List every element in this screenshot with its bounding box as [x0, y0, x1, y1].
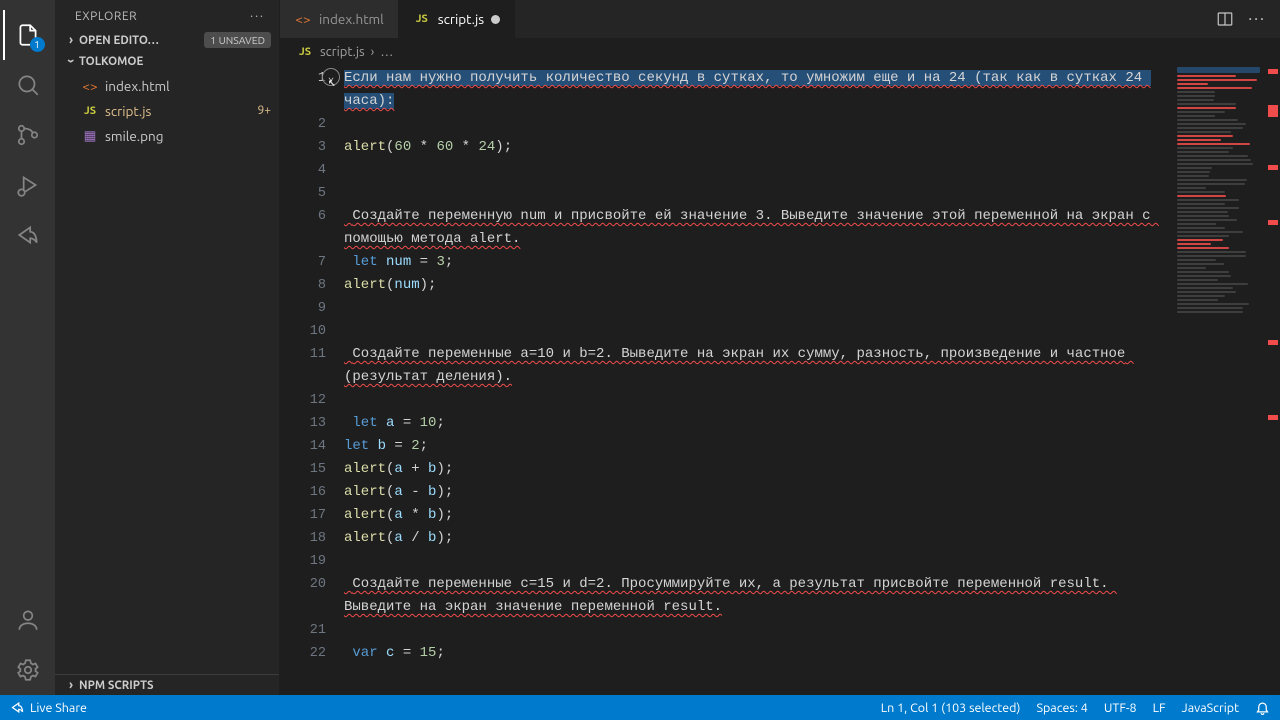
unsaved-badge: 1 UNSAVED [204, 32, 271, 48]
live-share-status[interactable]: Live Share [10, 700, 87, 715]
tab-index-html[interactable]: <>index.html [280, 0, 399, 38]
explorer-badge: 1 [30, 37, 45, 52]
cursor-icon: ↖ [328, 75, 336, 90]
workspace-header[interactable]: › TOLKOMOE [55, 51, 279, 71]
tab-script-js[interactable]: JSscript.js [399, 0, 515, 38]
npm-scripts-header[interactable]: › NPM SCRIPTS [55, 674, 279, 695]
editor-body[interactable]: ⌄ ↖ 12345678910111213141516171819202122 … [280, 65, 1280, 695]
sidebar-title: EXPLORER [75, 10, 137, 23]
js-icon: JS [296, 46, 314, 58]
sidebar-more-icon[interactable]: ··· [250, 10, 265, 23]
dirty-dot-icon [491, 15, 500, 24]
activity-search[interactable] [3, 60, 53, 110]
img-icon: ▦ [81, 127, 99, 144]
status-encoding[interactable]: UTF-8 [1104, 701, 1137, 715]
tab-bar: <>index.htmlJSscript.js ··· [280, 0, 1280, 38]
overview-ruler[interactable] [1266, 65, 1280, 695]
minimap[interactable] [1171, 65, 1266, 695]
file-item-script-js[interactable]: JSscript.js9+ [55, 98, 279, 123]
activity-liveshare[interactable] [3, 210, 53, 260]
tab-more-icon[interactable]: ··· [1248, 10, 1266, 28]
status-spaces[interactable]: Spaces: 4 [1036, 701, 1087, 715]
chevron-down-icon: › [64, 53, 78, 69]
activity-scm[interactable] [3, 110, 53, 160]
activity-settings[interactable] [3, 645, 53, 695]
chevron-right-icon: › [63, 33, 79, 47]
activity-accounts[interactable] [3, 595, 53, 645]
split-editor-icon[interactable] [1216, 10, 1234, 28]
editor-area: <>index.htmlJSscript.js ··· JS script.js… [280, 0, 1280, 695]
notifications-icon[interactable] [1255, 700, 1270, 715]
sidebar: EXPLORER ··· › OPEN EDITO… 1 UNSAVED › T… [55, 0, 280, 695]
breadcrumb[interactable]: JS script.js › … [280, 38, 1280, 65]
open-editors-header[interactable]: › OPEN EDITO… 1 UNSAVED [55, 29, 279, 51]
activity-debug[interactable] [3, 160, 53, 210]
chevron-right-icon: › [63, 678, 79, 692]
file-item-index-html[interactable]: <>index.html [55, 73, 279, 98]
status-eol[interactable]: LF [1153, 701, 1166, 715]
js-icon: JS [81, 105, 99, 117]
file-item-smile-png[interactable]: ▦smile.png [55, 123, 279, 148]
html-icon: <> [81, 78, 99, 94]
status-selection[interactable]: Ln 1, Col 1 (103 selected) [881, 701, 1021, 715]
activity-explorer[interactable]: 1 [3, 10, 53, 60]
git-badge: 9+ [257, 104, 271, 117]
activity-bar: 1 [0, 0, 55, 695]
status-language[interactable]: JavaScript [1182, 701, 1239, 715]
html-icon: <> [294, 11, 312, 27]
status-bar: Live Share Ln 1, Col 1 (103 selected) Sp… [0, 695, 1280, 720]
js-icon: JS [413, 13, 431, 25]
